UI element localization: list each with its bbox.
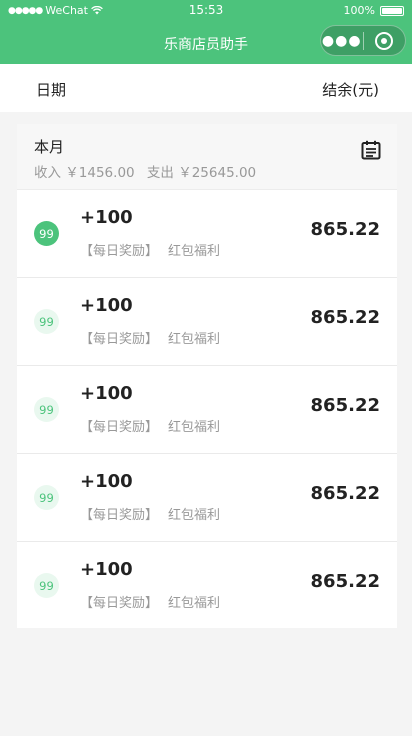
month-totals: 收入 ￥1456.00 支出 ￥25645.00 xyxy=(34,161,264,181)
record-amount: +100 xyxy=(80,207,133,228)
record-type: 红包福利 xyxy=(168,420,221,435)
record-balance: 865.22 xyxy=(310,571,380,592)
record-balance: 865.22 xyxy=(310,307,380,328)
nav-bar: 乐商店员助手 ●●● xyxy=(0,22,412,64)
record-type: 红包福利 xyxy=(168,332,221,347)
record-description: 【每日奖励】 红包福利 xyxy=(80,592,220,611)
record-balance: 865.22 xyxy=(310,483,380,504)
income-total: 收入 ￥1456.00 xyxy=(34,165,135,181)
record-row[interactable]: 99 +100 【每日奖励】 红包福利 865.22 xyxy=(17,454,397,542)
record-description: 【每日奖励】 红包福利 xyxy=(80,504,220,523)
record-row[interactable]: 99 +100 【每日奖励】 红包福利 865.22 xyxy=(17,366,397,454)
record-tag: 【每日奖励】 xyxy=(80,508,159,523)
record-type: 红包福利 xyxy=(168,596,221,611)
record-balance: 865.22 xyxy=(310,395,380,416)
record-row[interactable]: 99 +100 【每日奖励】 红包福利 865.22 xyxy=(17,542,397,630)
date-column-label: 日期 xyxy=(36,81,67,99)
close-button[interactable] xyxy=(363,31,405,50)
record-description: 【每日奖励】 红包福利 xyxy=(80,240,220,259)
column-header: 日期 结余(元) xyxy=(0,64,412,112)
battery-icon xyxy=(380,5,404,16)
record-tag: 【每日奖励】 xyxy=(80,420,159,435)
record-amount: +100 xyxy=(80,471,133,492)
record-amount: +100 xyxy=(80,383,133,404)
battery-percent: 100% xyxy=(343,4,375,17)
expense-total: 支出 ￥25645.00 xyxy=(146,165,257,181)
month-label: 本月 xyxy=(34,138,65,156)
level-badge: 99 xyxy=(34,397,59,422)
record-row[interactable]: 99 +100 【每日奖励】 红包福利 865.22 xyxy=(17,278,397,366)
level-badge: 99 xyxy=(34,573,59,598)
records-card: 本月 收入 ￥1456.00 支出 ￥25645.00 99 +100 【每日奖… xyxy=(17,124,397,628)
more-menu-icon[interactable]: ●●● xyxy=(321,34,363,48)
record-type: 红包福利 xyxy=(168,508,221,523)
record-tag: 【每日奖励】 xyxy=(80,596,159,611)
level-badge: 99 xyxy=(34,221,59,246)
status-bar: ●●●●● WeChat 15:53 100% xyxy=(0,0,412,22)
record-balance: 865.22 xyxy=(310,219,380,240)
record-amount: +100 xyxy=(80,559,133,580)
level-badge: 99 xyxy=(34,309,59,334)
battery-info: 100% xyxy=(344,4,404,17)
level-badge: 99 xyxy=(34,485,59,510)
close-target-icon xyxy=(375,31,394,50)
mini-program-capsule: ●●● xyxy=(320,25,406,56)
calendar-icon[interactable] xyxy=(361,140,381,160)
record-amount: +100 xyxy=(80,295,133,316)
record-type: 红包福利 xyxy=(168,244,221,259)
record-tag: 【每日奖励】 xyxy=(80,332,159,347)
month-summary: 本月 收入 ￥1456.00 支出 ￥25645.00 xyxy=(17,124,397,190)
balance-column-label: 结余(元) xyxy=(322,81,379,99)
record-description: 【每日奖励】 红包福利 xyxy=(80,416,220,435)
record-tag: 【每日奖励】 xyxy=(80,244,159,259)
record-description: 【每日奖励】 红包福利 xyxy=(80,328,220,347)
record-row[interactable]: 99 +100 【每日奖励】 红包福利 865.22 xyxy=(17,190,397,278)
